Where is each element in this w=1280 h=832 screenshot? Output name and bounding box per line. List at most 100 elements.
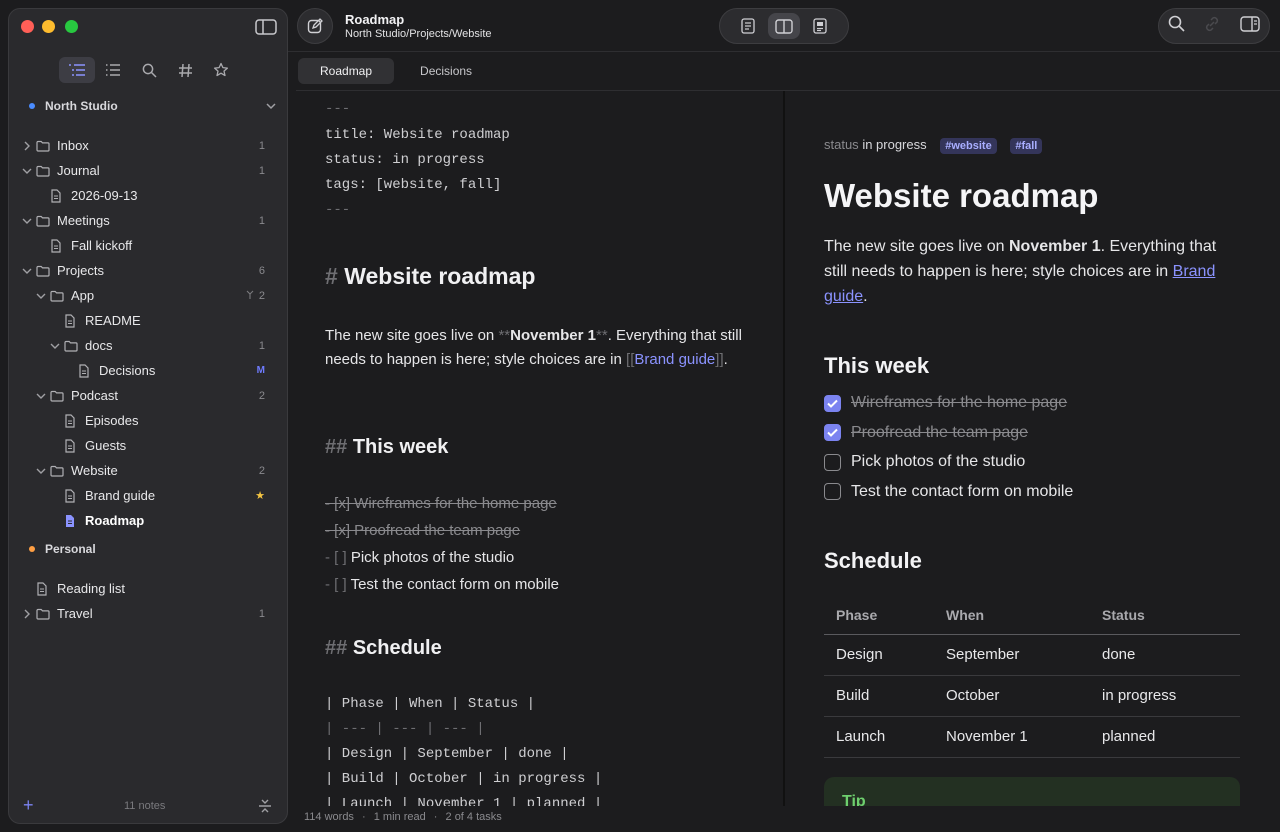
sidebar-tree-item[interactable]: Decisions M <box>9 358 287 383</box>
sidebar-tree-item[interactable]: Reading list <box>9 576 287 601</box>
tag-website[interactable]: #website <box>940 138 997 154</box>
note-icon <box>64 313 78 328</box>
item-count: 2 <box>258 289 265 302</box>
close-window-button[interactable] <box>21 20 34 33</box>
chevron-down-icon[interactable] <box>35 290 47 302</box>
link-icon[interactable] <box>1203 16 1221 37</box>
chevron-right-icon[interactable] <box>21 608 33 620</box>
notes-count: 11 notes <box>124 800 166 812</box>
workspace-header-personal[interactable]: Personal <box>9 538 287 560</box>
tab-roadmap[interactable]: Roadmap <box>298 58 395 84</box>
tree-item-label: Roadmap <box>85 513 145 528</box>
workspace-header-north-studio[interactable]: North Studio <box>9 95 287 117</box>
note-title: Roadmap <box>345 12 405 27</box>
frontmatter-delimiter: --- <box>325 101 351 117</box>
sidebar-tree-item[interactable]: App 2 <box>9 283 287 308</box>
folder-icon <box>36 607 50 621</box>
note-tabs: Roadmap Decisions <box>298 58 494 84</box>
tip-label: Tip <box>842 793 866 806</box>
heading-text: This week <box>352 436 449 458</box>
tree-item-label: README <box>85 313 141 328</box>
chevron-right-icon[interactable] <box>21 140 33 152</box>
frontmatter-title: title: Website roadmap <box>325 127 510 143</box>
bold-text: November 1 <box>510 327 596 344</box>
favorites-star-icon[interactable] <box>203 57 239 83</box>
sidebar-tree-item[interactable]: Guests <box>9 433 287 458</box>
note-icon <box>78 363 92 378</box>
chevron-down-icon[interactable] <box>21 215 33 227</box>
chevron-down-icon[interactable] <box>21 265 33 277</box>
preview-only-view-icon[interactable] <box>804 13 836 39</box>
sidebar-tree-item[interactable]: Projects 6 <box>9 258 287 283</box>
task-checkbox[interactable] <box>824 424 841 441</box>
task-checkbox[interactable] <box>824 394 841 412</box>
chevron-down-icon[interactable] <box>35 390 47 402</box>
sidebar-tree-item[interactable]: Episodes <box>9 408 287 433</box>
sidebar-toggle-icon[interactable] <box>255 18 277 36</box>
sidebar-tree-item[interactable]: Travel 1 <box>9 601 287 626</box>
sidebar-tree-item[interactable]: Podcast 2 <box>9 383 287 408</box>
chevron-down-icon[interactable] <box>265 100 277 115</box>
task-checkbox[interactable] <box>824 483 841 500</box>
task-text: Test the contact form on mobile <box>346 576 560 593</box>
tip-callout: Tip <box>824 777 1240 806</box>
sidebar-footer: + 11 notes <box>9 789 287 823</box>
folder-icon <box>36 164 50 178</box>
sidebar-tree-item[interactable]: 2026-09-13 <box>9 183 287 208</box>
item-count: 1 <box>258 164 265 177</box>
preview-heading-1: Website roadmap <box>824 177 1099 214</box>
item-count: 1 <box>258 339 265 352</box>
tree-item-label: Projects <box>57 263 104 278</box>
table-cell: September <box>934 634 1090 676</box>
sidebar-tree-item[interactable]: Brand guide ★ <box>9 483 287 508</box>
editor-heading-2: ## This week <box>325 436 448 459</box>
search-icon[interactable] <box>131 57 167 83</box>
task-checkbox[interactable] <box>824 453 841 471</box>
collapse-all-icon[interactable] <box>258 798 272 819</box>
sidebar-tree-item[interactable]: Roadmap <box>9 508 287 533</box>
view-mode-switcher <box>719 8 849 44</box>
bold-text: November 1 <box>1009 238 1101 255</box>
inspector-panel-icon[interactable] <box>1240 15 1260 37</box>
table-cell: October <box>934 675 1090 717</box>
folder-icon <box>36 214 50 228</box>
new-note-button[interactable] <box>297 8 333 44</box>
split-view-icon[interactable] <box>768 13 800 39</box>
tab-decisions[interactable]: Decisions <box>398 58 494 84</box>
sidebar-tree-item[interactable]: Website 2 <box>9 458 287 483</box>
status-value: in progress <box>862 137 927 152</box>
editor-only-view-icon[interactable] <box>732 13 764 39</box>
sidebar-tree-item[interactable]: Inbox 1 <box>9 133 287 158</box>
list-view-icon[interactable] <box>95 57 131 83</box>
item-count: M <box>256 365 265 376</box>
sidebar-tree-item[interactable]: docs 1 <box>9 333 287 358</box>
tree-item-label: Podcast <box>71 388 118 403</box>
markdown-editor[interactable]: --- title: Website roadmap status: in pr… <box>296 91 784 806</box>
add-note-button[interactable]: + <box>23 795 34 816</box>
sidebar-tree-item[interactable]: Fall kickoff <box>9 233 287 258</box>
text-run: . <box>863 288 868 305</box>
search-icon[interactable] <box>1168 15 1185 37</box>
word-count: 114 words <box>304 811 354 823</box>
wikilink-text[interactable]: Brand guide <box>634 351 715 368</box>
sidebar: North Studio Inbox 1 Journal 1 2026-09-13 Mee… <box>8 8 288 824</box>
tree-view-icon[interactable] <box>59 57 95 83</box>
table-cell: in progress <box>1090 675 1240 717</box>
sidebar-tree-item[interactable]: Meetings 1 <box>9 208 287 233</box>
table-cell: planned <box>1090 716 1240 758</box>
heading-marker: # <box>325 263 338 289</box>
minimize-window-button[interactable] <box>42 20 55 33</box>
preview-heading-2: This week <box>824 353 930 378</box>
chevron-down-icon[interactable] <box>35 465 47 477</box>
chevron-down-icon[interactable] <box>49 340 61 352</box>
toolbar: Roadmap North Studio/Projects/Website <box>288 0 1280 52</box>
zoom-window-button[interactable] <box>65 20 78 33</box>
sidebar-tree-item[interactable]: Journal 1 <box>9 158 287 183</box>
preview-metadata: status in progress #website #fall <box>824 137 1043 154</box>
folder-icon <box>50 389 64 403</box>
tree-item-label: App <box>71 288 95 303</box>
tags-hash-icon[interactable] <box>167 57 203 83</box>
tag-fall[interactable]: #fall <box>1010 138 1043 154</box>
chevron-down-icon[interactable] <box>21 165 33 177</box>
sidebar-tree-item[interactable]: README <box>9 308 287 333</box>
